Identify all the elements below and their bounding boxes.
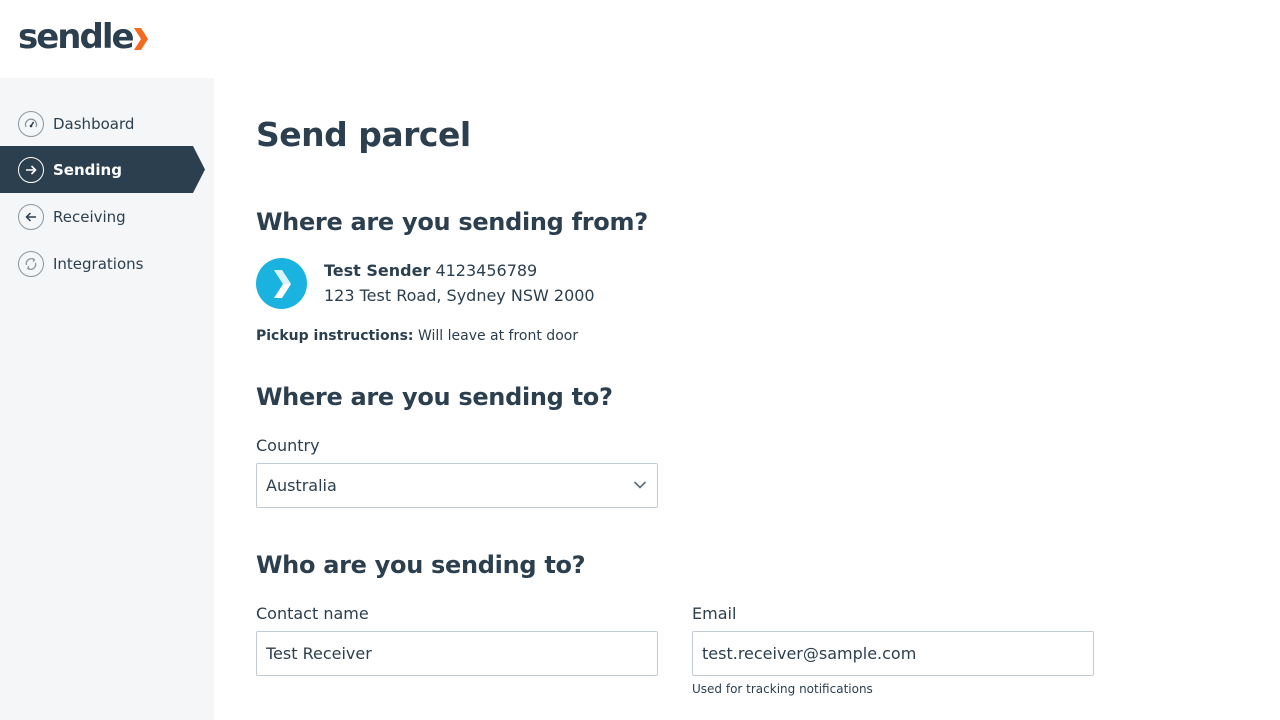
sender-address: 123 Test Road, Sydney NSW 2000 xyxy=(324,286,595,305)
contact-name-label: Contact name xyxy=(256,604,369,623)
gauge-icon xyxy=(18,110,44,137)
sidebar: Dashboard Sending Receiving Integrations xyxy=(0,78,214,720)
arrow-left-circle-icon xyxy=(18,203,44,230)
country-value: Australia xyxy=(266,476,337,495)
page-title: Send parcel xyxy=(256,115,471,154)
logo-chevron-icon xyxy=(133,28,148,50)
pickup-value: Will leave at front door xyxy=(417,328,579,344)
logo-wordmark: sendle xyxy=(18,17,135,57)
arrow-right-circle-icon xyxy=(18,156,44,183)
email-value: test.receiver@sample.com xyxy=(702,644,917,663)
sender-name: Test Sender xyxy=(324,261,431,280)
sidebar-item-receiving[interactable]: Receiving xyxy=(0,193,205,240)
sendle-logo[interactable]: sendle xyxy=(18,17,148,57)
pickup-label: Pickup instructions: xyxy=(256,328,414,344)
sync-icon xyxy=(18,250,44,277)
sidebar-item-dashboard[interactable]: Dashboard xyxy=(0,100,205,147)
sender-card: Test Sender 4123456789 123 Test Road, Sy… xyxy=(256,258,595,309)
contact-name-input[interactable]: Test Receiver xyxy=(256,631,658,676)
country-select[interactable]: Australia xyxy=(256,463,658,508)
email-label: Email xyxy=(692,604,737,623)
sidebar-item-sending[interactable]: Sending xyxy=(0,146,205,193)
chevron-down-icon xyxy=(633,481,647,489)
sidebar-item-label: Receiving xyxy=(53,207,126,226)
sidebar-item-label: Integrations xyxy=(53,254,144,273)
sidebar-item-integrations[interactable]: Integrations xyxy=(0,240,205,287)
to-section-heading: Where are you sending to? xyxy=(256,383,613,411)
email-hint: Used for tracking notifications xyxy=(692,682,873,696)
from-section-heading: Where are you sending from? xyxy=(256,208,648,236)
email-input[interactable]: test.receiver@sample.com xyxy=(692,631,1094,676)
sidebar-item-label: Sending xyxy=(53,160,122,179)
sidebar-item-label: Dashboard xyxy=(53,114,135,133)
pickup-instructions: Pickup instructions: Will leave at front… xyxy=(256,328,578,344)
sender-avatar xyxy=(256,258,307,309)
sender-phone: 4123456789 xyxy=(435,261,538,280)
who-section-heading: Who are you sending to? xyxy=(256,551,586,579)
chevron-right-icon xyxy=(273,269,291,298)
country-label: Country xyxy=(256,436,320,455)
contact-name-value: Test Receiver xyxy=(266,644,372,663)
top-bar: sendle xyxy=(0,0,1280,78)
